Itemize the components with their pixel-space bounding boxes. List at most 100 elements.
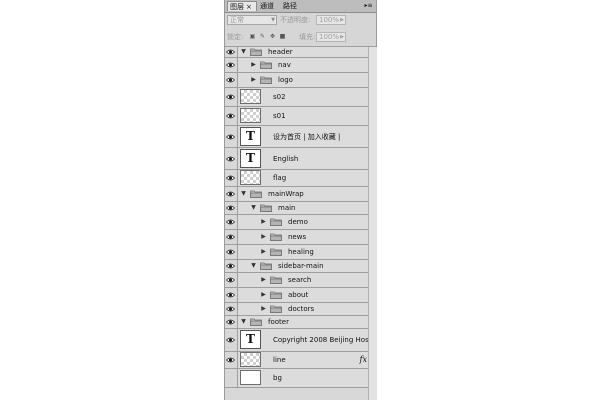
visibility-toggle[interactable]	[225, 107, 238, 125]
visibility-toggle[interactable]	[225, 47, 238, 57]
expand-triangle-right-icon[interactable]: ▶	[250, 61, 257, 68]
eye-icon[interactable]	[226, 77, 235, 83]
folder-icon	[270, 248, 282, 256]
eye-icon[interactable]	[226, 234, 235, 240]
eye-icon[interactable]	[226, 205, 235, 211]
blend-mode-select[interactable]: 正常 ▼	[227, 15, 277, 25]
tab-layers[interactable]: 图层 ×	[227, 1, 257, 11]
eye-icon[interactable]	[226, 319, 235, 325]
visibility-toggle[interactable]	[225, 58, 238, 72]
eye-icon[interactable]	[226, 134, 235, 140]
expand-triangle-down-icon[interactable]: ▼	[250, 204, 257, 211]
visibility-toggle[interactable]	[225, 288, 238, 302]
expand-triangle-right-icon[interactable]: ▶	[260, 276, 267, 283]
layer-row[interactable]: ▶ healing	[225, 245, 376, 260]
eye-icon[interactable]	[226, 94, 235, 100]
lock-all-icon[interactable]: ■	[279, 33, 286, 40]
visibility-toggle[interactable]	[225, 126, 238, 147]
eye-icon[interactable]	[226, 156, 235, 162]
expand-triangle-right-icon[interactable]: ▶	[260, 248, 267, 255]
eye-icon[interactable]	[226, 249, 235, 255]
expand-triangle-right-icon[interactable]: ▶	[260, 218, 267, 225]
lock-move-icon[interactable]: ✥	[269, 33, 276, 40]
expand-triangle-down-icon[interactable]: ▼	[240, 318, 247, 325]
expand-triangle-right-icon[interactable]: ▶	[260, 233, 267, 240]
layer-row[interactable]: ▼ footer	[225, 316, 376, 329]
visibility-toggle[interactable]	[225, 245, 238, 259]
visibility-toggle[interactable]	[225, 202, 238, 214]
layer-row[interactable]: ▶ logo	[225, 73, 376, 88]
lock-brush-icon[interactable]: ✎	[259, 33, 266, 40]
layer-row[interactable]: flag	[225, 170, 376, 187]
visibility-toggle[interactable]	[225, 260, 238, 272]
layer-effects-icon[interactable]: fx	[360, 355, 367, 365]
eye-icon[interactable]	[226, 113, 235, 119]
tab-channels[interactable]: 通道	[258, 1, 280, 11]
expand-triangle-down-icon[interactable]: ▼	[240, 190, 247, 197]
layer-name: demo	[288, 218, 308, 226]
panel-menu-icon[interactable]: ▸≡	[364, 2, 373, 10]
visibility-toggle[interactable]	[225, 88, 238, 106]
eye-icon[interactable]	[226, 306, 235, 312]
eye-icon[interactable]	[226, 62, 235, 68]
expand-triangle-down-icon[interactable]: ▼	[250, 262, 257, 269]
layer-name: 设为首页 | 加入收藏 |	[273, 132, 341, 141]
lock-label: 锁定:	[227, 33, 244, 41]
eye-icon[interactable]	[226, 357, 235, 363]
eye-icon[interactable]	[226, 191, 235, 197]
layer-name: Copyright 2008 Beijing Hos...	[273, 336, 376, 344]
lock-transparent-icon[interactable]: ▣	[249, 33, 256, 40]
visibility-toggle[interactable]	[225, 329, 238, 351]
layer-row[interactable]: ▶ about	[225, 288, 376, 303]
expand-triangle-right-icon[interactable]: ▶	[260, 305, 267, 312]
eye-icon[interactable]	[226, 277, 235, 283]
visibility-toggle[interactable]	[225, 369, 238, 387]
expand-triangle-down-icon[interactable]: ▼	[240, 48, 247, 55]
layer-row[interactable]: T 设为首页 | 加入收藏 |	[225, 126, 376, 148]
eye-icon[interactable]	[226, 292, 235, 298]
eye-icon[interactable]	[226, 49, 235, 55]
visibility-toggle[interactable]	[225, 230, 238, 244]
chevron-right-icon: ▶	[340, 34, 344, 40]
visibility-toggle[interactable]	[225, 273, 238, 287]
visibility-toggle[interactable]	[225, 170, 238, 186]
tab-close-icon[interactable]: ×	[246, 3, 252, 11]
visibility-toggle[interactable]	[225, 352, 238, 368]
layer-row[interactable]: ▼ main	[225, 202, 376, 215]
layer-list-scrollbar[interactable]	[368, 47, 377, 400]
layer-row[interactable]: T English	[225, 148, 376, 170]
layer-name: nav	[278, 61, 291, 69]
layer-row[interactable]: ▶ search	[225, 273, 376, 288]
layer-row[interactable]: ▶ doctors	[225, 303, 376, 316]
layer-row[interactable]: s02	[225, 88, 376, 107]
layer-row[interactable]: bg	[225, 369, 376, 388]
layer-row[interactable]: ▶ demo	[225, 215, 376, 230]
layer-row[interactable]: ▼ mainWrap	[225, 187, 376, 202]
expand-triangle-right-icon[interactable]: ▶	[250, 76, 257, 83]
visibility-toggle[interactable]	[225, 215, 238, 229]
visibility-toggle[interactable]	[225, 316, 238, 328]
folder-icon	[260, 262, 272, 270]
visibility-toggle[interactable]	[225, 187, 238, 201]
layer-row[interactable]: linefx▼	[225, 352, 376, 369]
chevron-right-icon: ▶	[340, 17, 344, 23]
layer-row[interactable]: ▼ sidebar-main	[225, 260, 376, 273]
folder-icon	[250, 318, 262, 326]
expand-triangle-right-icon[interactable]: ▶	[260, 291, 267, 298]
opacity-field[interactable]: 100% ▶	[316, 15, 346, 25]
fill-field[interactable]: 100% ▶	[316, 32, 346, 42]
visibility-toggle[interactable]	[225, 73, 238, 87]
eye-icon[interactable]	[226, 263, 235, 269]
eye-icon[interactable]	[226, 337, 235, 343]
eye-icon[interactable]	[226, 219, 235, 225]
tab-paths[interactable]: 路径	[281, 1, 303, 11]
visibility-toggle[interactable]	[225, 303, 238, 315]
layer-row[interactable]: ▶ news	[225, 230, 376, 245]
layer-row[interactable]: ▼ header	[225, 47, 376, 58]
layer-row[interactable]: T Copyright 2008 Beijing Hos...	[225, 329, 376, 352]
layer-row[interactable]: s01	[225, 107, 376, 126]
visibility-toggle[interactable]	[225, 148, 238, 169]
tab-layers-label: 图层	[230, 3, 244, 11]
eye-icon[interactable]	[226, 175, 235, 181]
layer-row[interactable]: ▶ nav	[225, 58, 376, 73]
